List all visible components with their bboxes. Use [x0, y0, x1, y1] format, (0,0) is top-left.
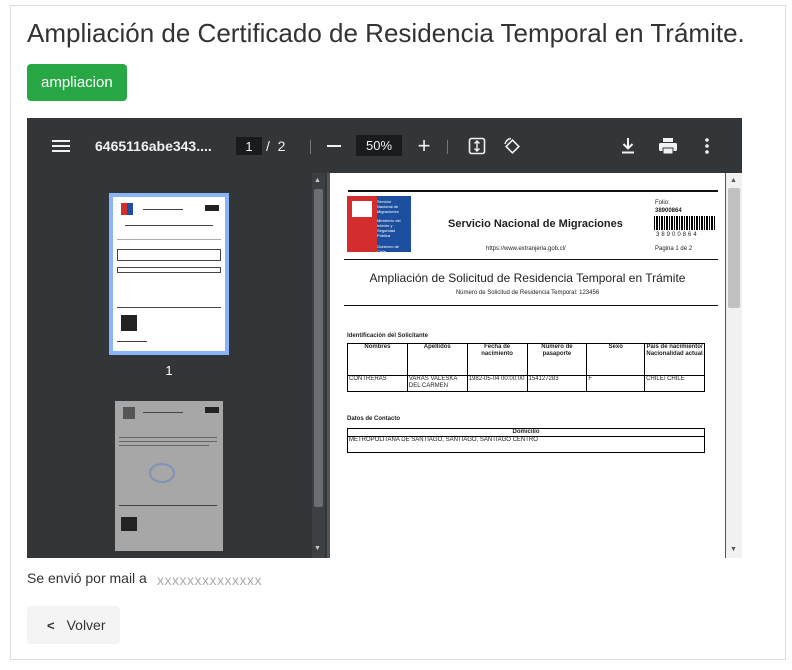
- doc-rule: [344, 305, 718, 306]
- doc-top-rule: [348, 190, 718, 192]
- fit-page-icon[interactable]: [467, 118, 487, 173]
- more-options-icon[interactable]: [699, 118, 715, 173]
- back-label: Volver: [66, 617, 106, 633]
- table-header: Nombres: [347, 343, 408, 376]
- table-cell: CONTRERAS: [347, 375, 408, 392]
- barcode: [654, 216, 716, 230]
- doc-subheading: Número de Solicitud de Residencia Tempor…: [455, 290, 600, 296]
- chevron-left-icon: <: [47, 617, 55, 633]
- doc-url: https://www.extranjeria.gob.cl/: [486, 246, 566, 252]
- table-cell: METROPOLITANA DE SANTIAGO, SANTIAGO, SAN…: [347, 436, 705, 453]
- page-thumbnail-1[interactable]: [109, 193, 229, 355]
- scroll-down-arrow-icon[interactable]: ▼: [730, 546, 737, 553]
- print-icon[interactable]: [657, 118, 679, 173]
- pdf-viewer[interactable]: 6465116abe343.... 1 / 2 50% + 1 ▲ ▼ Serv…: [27, 118, 742, 558]
- thumbnail-sidebar[interactable]: 1 ▲ ▼: [27, 173, 327, 558]
- zoom-out-icon[interactable]: [324, 118, 344, 173]
- gov-logo: Servicio Nacional de Migraciones Ministe…: [347, 196, 411, 254]
- doc-heading: Ampliación de Solicitud de Residencia Te…: [369, 271, 686, 285]
- main-card: Ampliación de Certificado de Residencia …: [10, 5, 786, 660]
- pdf-toolbar: 6465116abe343.... 1 / 2 50% +: [27, 118, 742, 173]
- total-pages: 2: [277, 137, 286, 154]
- page-count: / 2: [266, 118, 285, 173]
- table-header: Número de pasaporte: [526, 343, 588, 376]
- folio-number: 38900864: [655, 208, 682, 214]
- table-cell: 154127283: [526, 375, 588, 392]
- applicant-table: Nombres Apellidos Fecha de nacimiento Nú…: [347, 343, 705, 392]
- scroll-up-arrow-icon[interactable]: ▲: [730, 177, 737, 184]
- scroll-up-arrow-icon[interactable]: ▲: [314, 177, 321, 184]
- zoom-level-input[interactable]: 50%: [356, 135, 402, 156]
- sidebar-scrollbar-thumb[interactable]: [314, 189, 323, 507]
- zoom-in-icon[interactable]: +: [414, 118, 434, 173]
- page-number-input[interactable]: 1: [236, 137, 262, 155]
- scroll-down-arrow-icon[interactable]: ▼: [314, 545, 321, 552]
- download-icon[interactable]: [618, 118, 638, 173]
- section-contact: Datos de Contacto: [347, 416, 401, 422]
- table-cell: 1982-05-04 00:00:00: [466, 375, 528, 392]
- table-header: Sexo: [586, 343, 646, 376]
- section-applicant: Identificación del Solicitante: [347, 333, 429, 339]
- doc-org-name: Servicio Nacional de Migraciones: [448, 218, 623, 230]
- doc-page-info: Pagina 1 de 2: [655, 246, 693, 252]
- table-cell: VARAS VALESKA DEL CARMEN: [406, 375, 468, 392]
- doc-rule: [344, 259, 718, 260]
- back-button[interactable]: < Volver: [27, 606, 120, 644]
- folio-label: Folio:: [655, 200, 670, 206]
- page-title: Ampliación de Certificado de Residencia …: [27, 18, 745, 48]
- page-thumbnail-2[interactable]: [115, 401, 223, 551]
- toolbar-divider: [310, 140, 311, 154]
- table-header: Fecha de nacimiento: [466, 343, 528, 376]
- mail-address: xxxxxxxxxxxxxx: [157, 572, 262, 588]
- table-header: Domicilio: [347, 428, 705, 437]
- rotate-icon[interactable]: [501, 118, 523, 173]
- page-separator: /: [266, 137, 270, 154]
- table-cell: CHILE/ CHILE: [644, 375, 705, 392]
- mail-label: Se envió por mail a: [27, 570, 147, 586]
- contact-table: Domicilio METROPOLITANA DE SANTIAGO, SAN…: [347, 428, 705, 453]
- pdf-page: Servicio Nacional de Migraciones Ministe…: [330, 173, 725, 558]
- page-scrollbar-thumb[interactable]: [728, 188, 740, 308]
- barcode-number: 38900864: [656, 232, 699, 238]
- pdf-filename: 6465116abe343....: [95, 137, 212, 154]
- toolbar-divider: [447, 140, 448, 154]
- table-cell: F: [586, 375, 646, 392]
- ampliacion-badge[interactable]: ampliacion: [27, 64, 127, 101]
- table-header: País de nacimiento/ Nacionalidad actual: [644, 343, 705, 376]
- menu-icon[interactable]: [47, 118, 75, 173]
- thumbnail-label: 1: [165, 363, 173, 378]
- table-header: Apellidos: [406, 343, 468, 376]
